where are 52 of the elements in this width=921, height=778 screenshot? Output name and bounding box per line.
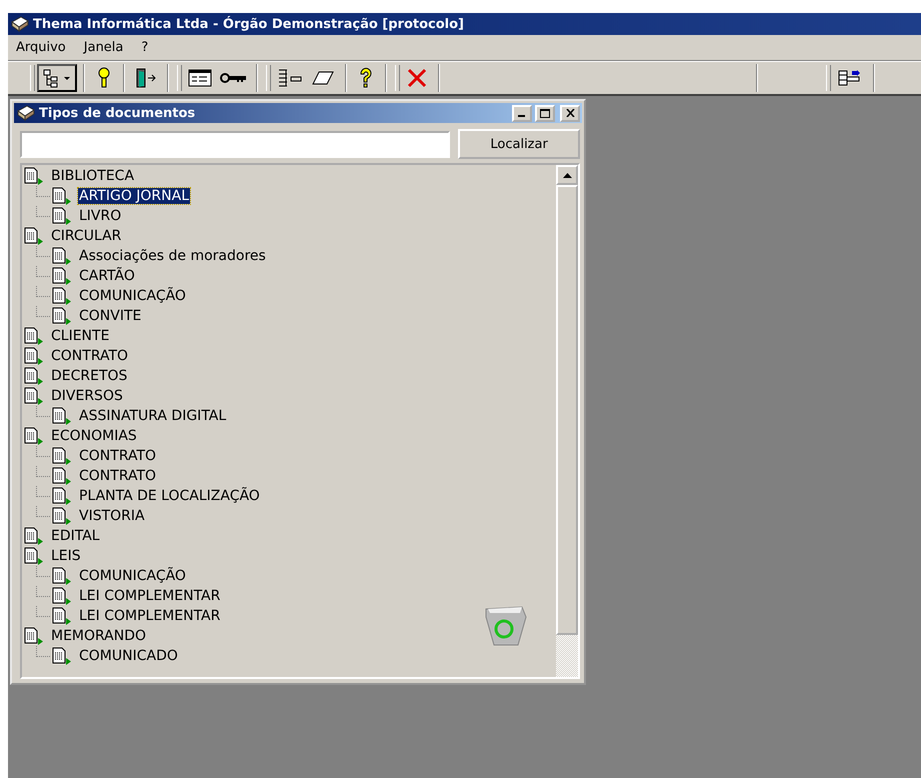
- tree-item[interactable]: VISTORIA: [78, 508, 146, 524]
- tree-item[interactable]: Associações de moradores: [78, 248, 267, 264]
- maximize-button[interactable]: [535, 104, 555, 122]
- tree-view-icon: [42, 68, 72, 88]
- tree-item[interactable]: CONTRATO: [50, 348, 130, 364]
- app-logo-icon: [16, 105, 36, 121]
- tree-item[interactable]: CARTÃO: [78, 268, 136, 284]
- tree-item[interactable]: COMUNICAÇÃO: [78, 288, 187, 304]
- close-icon: [566, 109, 574, 117]
- tree-item[interactable]: CONTRATO: [78, 448, 158, 464]
- find-button[interactable]: Localizar: [458, 129, 580, 159]
- tree-item[interactable]: ASSINATURA DIGITAL: [78, 408, 228, 424]
- tree-item[interactable]: COMUNICADO: [78, 648, 179, 664]
- menu-item[interactable]: Janela: [84, 40, 124, 55]
- menu-item[interactable]: Arquivo: [16, 40, 66, 55]
- tree-item[interactable]: CIRCULAR: [50, 228, 122, 244]
- eraser-icon: [311, 70, 335, 86]
- child-window-title: Tipos de documentos: [39, 106, 196, 120]
- minimize-button[interactable]: [512, 104, 532, 122]
- close-button[interactable]: [560, 104, 580, 122]
- window-title: Thema Informática Ltda - Órgão Demonstração [protocolo]: [33, 16, 464, 32]
- key-icon: [96, 67, 112, 89]
- menu-item[interactable]: ?: [141, 40, 148, 55]
- door-icon: [135, 67, 157, 89]
- scrollbar-thumb[interactable]: [556, 185, 578, 635]
- search-field[interactable]: [20, 130, 450, 158]
- tree-item[interactable]: BIBLIOTECA: [50, 168, 136, 184]
- export-icon: [837, 69, 863, 87]
- tree-item[interactable]: MEMORANDO: [50, 628, 148, 644]
- tree-item[interactable]: DECRETOS: [50, 368, 128, 384]
- tree-item[interactable]: ECONOMIAS: [50, 428, 138, 444]
- key-icon: [220, 72, 246, 84]
- tree-item[interactable]: LEI COMPLEMENTAR: [78, 588, 222, 604]
- scroll-up-button[interactable]: [556, 165, 578, 185]
- tree-item[interactable]: EDITAL: [50, 528, 101, 544]
- tree-item[interactable]: LIVRO: [78, 208, 122, 224]
- window-icon: [188, 68, 212, 88]
- tree-item[interactable]: CLIENTE: [50, 328, 110, 344]
- close-icon: [406, 68, 428, 88]
- app-logo-icon: [10, 16, 30, 32]
- tree-item[interactable]: CONTRATO: [78, 468, 158, 484]
- list-icon: [277, 68, 303, 88]
- tree-item[interactable]: LEI COMPLEMENTAR: [78, 608, 222, 624]
- tree-item[interactable]: CONVITE: [78, 308, 142, 324]
- up-arrow-icon: [562, 172, 572, 178]
- tree-item[interactable]: ARTIGO JORNAL: [78, 188, 190, 204]
- tree-item[interactable]: PLANTA DE LOCALIZAÇÃO: [78, 488, 261, 504]
- tree-item[interactable]: COMUNICAÇÃO: [78, 568, 187, 584]
- tree-item[interactable]: DIVERSOS: [50, 388, 124, 404]
- maximize-icon: [540, 108, 550, 118]
- tree-item[interactable]: LEIS: [50, 548, 82, 564]
- tree-view-button[interactable]: [37, 64, 77, 92]
